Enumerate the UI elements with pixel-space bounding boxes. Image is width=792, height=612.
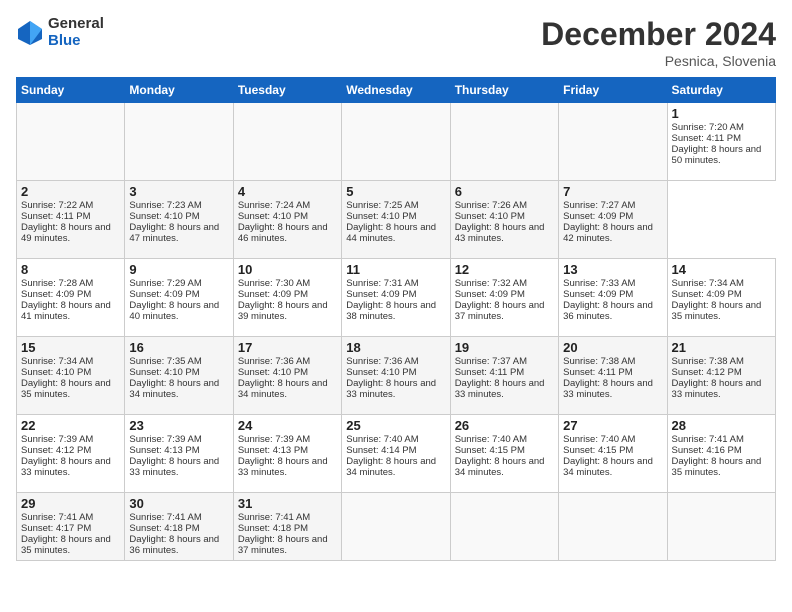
table-row: 11Sunrise: 7:31 AMSunset: 4:09 PMDayligh… (342, 259, 450, 337)
empty-cell (450, 103, 558, 181)
table-row: 13Sunrise: 7:33 AMSunset: 4:09 PMDayligh… (559, 259, 667, 337)
table-row: 30Sunrise: 7:41 AMSunset: 4:18 PMDayligh… (125, 493, 233, 561)
day-number: 5 (346, 184, 445, 199)
logo-icon (16, 19, 44, 47)
day-number: 18 (346, 340, 445, 355)
table-row: 20Sunrise: 7:38 AMSunset: 4:11 PMDayligh… (559, 337, 667, 415)
table-row: 12Sunrise: 7:32 AMSunset: 4:09 PMDayligh… (450, 259, 558, 337)
table-row: 4Sunrise: 7:24 AMSunset: 4:10 PMDaylight… (233, 181, 341, 259)
table-row: 15Sunrise: 7:34 AMSunset: 4:10 PMDayligh… (17, 337, 125, 415)
table-row: 25Sunrise: 7:40 AMSunset: 4:14 PMDayligh… (342, 415, 450, 493)
day-number: 14 (672, 262, 771, 277)
table-row: 2Sunrise: 7:22 AMSunset: 4:11 PMDaylight… (17, 181, 125, 259)
empty-cell (559, 103, 667, 181)
day-number: 9 (129, 262, 228, 277)
day-number: 16 (129, 340, 228, 355)
table-row: 28Sunrise: 7:41 AMSunset: 4:16 PMDayligh… (667, 415, 775, 493)
empty-cell (450, 493, 558, 561)
logo-blue-text: Blue (48, 33, 104, 50)
day-number: 20 (563, 340, 662, 355)
day-number: 3 (129, 184, 228, 199)
day-number: 24 (238, 418, 337, 433)
day-number: 25 (346, 418, 445, 433)
day-number: 15 (21, 340, 120, 355)
table-row: 8Sunrise: 7:28 AMSunset: 4:09 PMDaylight… (17, 259, 125, 337)
table-row: 31Sunrise: 7:41 AMSunset: 4:18 PMDayligh… (233, 493, 341, 561)
month-title: December 2024 (541, 16, 776, 53)
table-row: 29Sunrise: 7:41 AMSunset: 4:17 PMDayligh… (17, 493, 125, 561)
table-row: 26Sunrise: 7:40 AMSunset: 4:15 PMDayligh… (450, 415, 558, 493)
title-block: December 2024 Pesnica, Slovenia (541, 16, 776, 69)
col-sunday: Sunday (17, 78, 125, 103)
table-row: 6Sunrise: 7:26 AMSunset: 4:10 PMDaylight… (450, 181, 558, 259)
empty-cell (17, 103, 125, 181)
calendar-table: Sunday Monday Tuesday Wednesday Thursday… (16, 77, 776, 561)
day-number: 11 (346, 262, 445, 277)
logo: General Blue (16, 16, 104, 49)
empty-cell (667, 493, 775, 561)
day-number: 31 (238, 496, 337, 511)
table-row: 16Sunrise: 7:35 AMSunset: 4:10 PMDayligh… (125, 337, 233, 415)
col-friday: Friday (559, 78, 667, 103)
day-number: 22 (21, 418, 120, 433)
day-number: 30 (129, 496, 228, 511)
empty-cell (125, 103, 233, 181)
day-number: 28 (672, 418, 771, 433)
table-row: 3Sunrise: 7:23 AMSunset: 4:10 PMDaylight… (125, 181, 233, 259)
table-row: 18Sunrise: 7:36 AMSunset: 4:10 PMDayligh… (342, 337, 450, 415)
day-number: 10 (238, 262, 337, 277)
col-wednesday: Wednesday (342, 78, 450, 103)
day-number: 7 (563, 184, 662, 199)
day-number: 21 (672, 340, 771, 355)
day-number: 12 (455, 262, 554, 277)
table-row: 23Sunrise: 7:39 AMSunset: 4:13 PMDayligh… (125, 415, 233, 493)
table-row: 21Sunrise: 7:38 AMSunset: 4:12 PMDayligh… (667, 337, 775, 415)
day-number: 29 (21, 496, 120, 511)
day-number: 26 (455, 418, 554, 433)
col-thursday: Thursday (450, 78, 558, 103)
empty-cell (342, 493, 450, 561)
day-number: 1 (672, 106, 771, 121)
table-row: 1Sunrise: 7:20 AMSunset: 4:11 PMDaylight… (667, 103, 775, 181)
day-number: 6 (455, 184, 554, 199)
day-number: 2 (21, 184, 120, 199)
logo-general-text: General (48, 16, 104, 33)
col-tuesday: Tuesday (233, 78, 341, 103)
table-row: 24Sunrise: 7:39 AMSunset: 4:13 PMDayligh… (233, 415, 341, 493)
table-row: 19Sunrise: 7:37 AMSunset: 4:11 PMDayligh… (450, 337, 558, 415)
day-number: 8 (21, 262, 120, 277)
empty-cell (342, 103, 450, 181)
day-number: 4 (238, 184, 337, 199)
page-header: General Blue December 2024 Pesnica, Slov… (16, 16, 776, 69)
calendar-header-row: Sunday Monday Tuesday Wednesday Thursday… (17, 78, 776, 103)
table-row: 7Sunrise: 7:27 AMSunset: 4:09 PMDaylight… (559, 181, 667, 259)
col-saturday: Saturday (667, 78, 775, 103)
location-text: Pesnica, Slovenia (541, 53, 776, 69)
table-row: 5Sunrise: 7:25 AMSunset: 4:10 PMDaylight… (342, 181, 450, 259)
table-row: 10Sunrise: 7:30 AMSunset: 4:09 PMDayligh… (233, 259, 341, 337)
day-number: 27 (563, 418, 662, 433)
day-number: 23 (129, 418, 228, 433)
empty-cell (559, 493, 667, 561)
page-container: General Blue December 2024 Pesnica, Slov… (0, 0, 792, 612)
table-row: 27Sunrise: 7:40 AMSunset: 4:15 PMDayligh… (559, 415, 667, 493)
col-monday: Monday (125, 78, 233, 103)
day-number: 17 (238, 340, 337, 355)
table-row: 22Sunrise: 7:39 AMSunset: 4:12 PMDayligh… (17, 415, 125, 493)
empty-cell (233, 103, 341, 181)
table-row: 17Sunrise: 7:36 AMSunset: 4:10 PMDayligh… (233, 337, 341, 415)
day-number: 13 (563, 262, 662, 277)
table-row: 9Sunrise: 7:29 AMSunset: 4:09 PMDaylight… (125, 259, 233, 337)
table-row: 14Sunrise: 7:34 AMSunset: 4:09 PMDayligh… (667, 259, 775, 337)
logo-text: General Blue (48, 16, 104, 49)
day-number: 19 (455, 340, 554, 355)
